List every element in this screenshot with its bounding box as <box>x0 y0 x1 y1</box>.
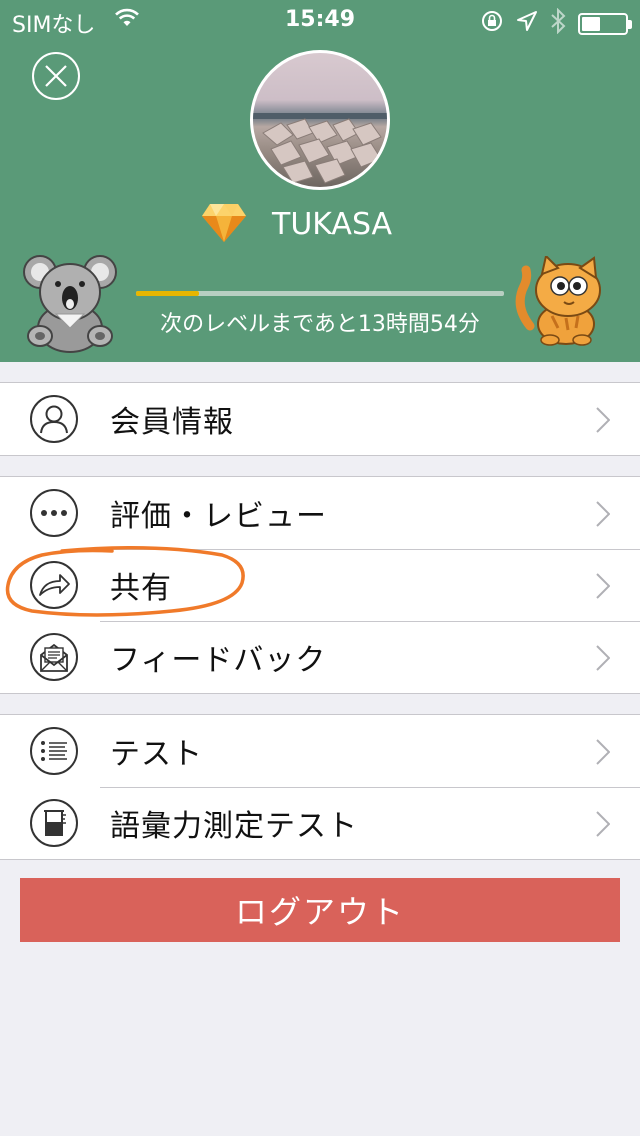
status-bar: SIMなし 15:49 <box>0 0 640 40</box>
menu-section-tests: テスト 語彙力測定テスト <box>0 714 640 860</box>
chevron-right-icon <box>596 573 611 603</box>
menu-item-share[interactable]: 共有 <box>0 549 640 621</box>
level-progress-fill <box>136 291 199 296</box>
chevron-right-icon <box>596 811 611 841</box>
close-button[interactable] <box>32 52 80 100</box>
close-icon <box>45 65 67 87</box>
chevron-right-icon <box>596 739 611 769</box>
battery-icon <box>578 13 632 35</box>
profile-header: SIMなし 15:49 TUKASA 次のレベルまであと13時間54分 <box>0 0 640 362</box>
chevron-right-icon <box>596 645 611 675</box>
beaker-icon <box>30 799 78 847</box>
username-row: TUKASA <box>200 200 392 248</box>
list-icon <box>30 727 78 775</box>
koala-mascot <box>18 248 122 360</box>
rotation-lock-icon <box>480 9 504 39</box>
menu-section-account: 会員情報 <box>0 382 640 456</box>
menu-item-feedback[interactable]: フィードバック <box>0 621 640 693</box>
avatar[interactable] <box>250 50 390 190</box>
menu-item-vocabulary-test[interactable]: 語彙力測定テスト <box>0 787 640 859</box>
level-progress-bar <box>136 291 504 296</box>
diamond-badge-icon <box>200 200 248 248</box>
menu-item-label: 共有 <box>110 571 172 606</box>
menu-item-label: 会員情報 <box>110 405 234 440</box>
location-icon <box>516 10 538 38</box>
menu-item-label: 語彙力測定テスト <box>110 809 358 844</box>
username: TUKASA <box>272 206 393 242</box>
menu-section-social: 評価・レビュー 共有 フィードバック <box>0 476 640 694</box>
level-remaining-text: 次のレベルまであと13時間54分 <box>160 312 480 337</box>
menu-item-review[interactable]: 評価・レビュー <box>0 477 640 549</box>
chevron-right-icon <box>596 501 611 531</box>
share-arrow-icon <box>30 561 78 609</box>
logout-button[interactable]: ログアウト <box>20 878 620 942</box>
menu-item-label: フィードバック <box>110 643 327 678</box>
menu-item-test[interactable]: テスト <box>0 715 640 787</box>
bluetooth-icon <box>550 7 566 40</box>
person-icon <box>30 395 78 443</box>
more-dots-icon <box>30 489 78 537</box>
menu-item-label: 評価・レビュー <box>110 499 327 534</box>
chevron-right-icon <box>596 407 611 437</box>
cat-mascot <box>512 254 608 350</box>
menu-item-member-info[interactable]: 会員情報 <box>0 383 640 455</box>
menu-item-label: テスト <box>110 737 203 772</box>
mail-icon <box>30 633 78 681</box>
